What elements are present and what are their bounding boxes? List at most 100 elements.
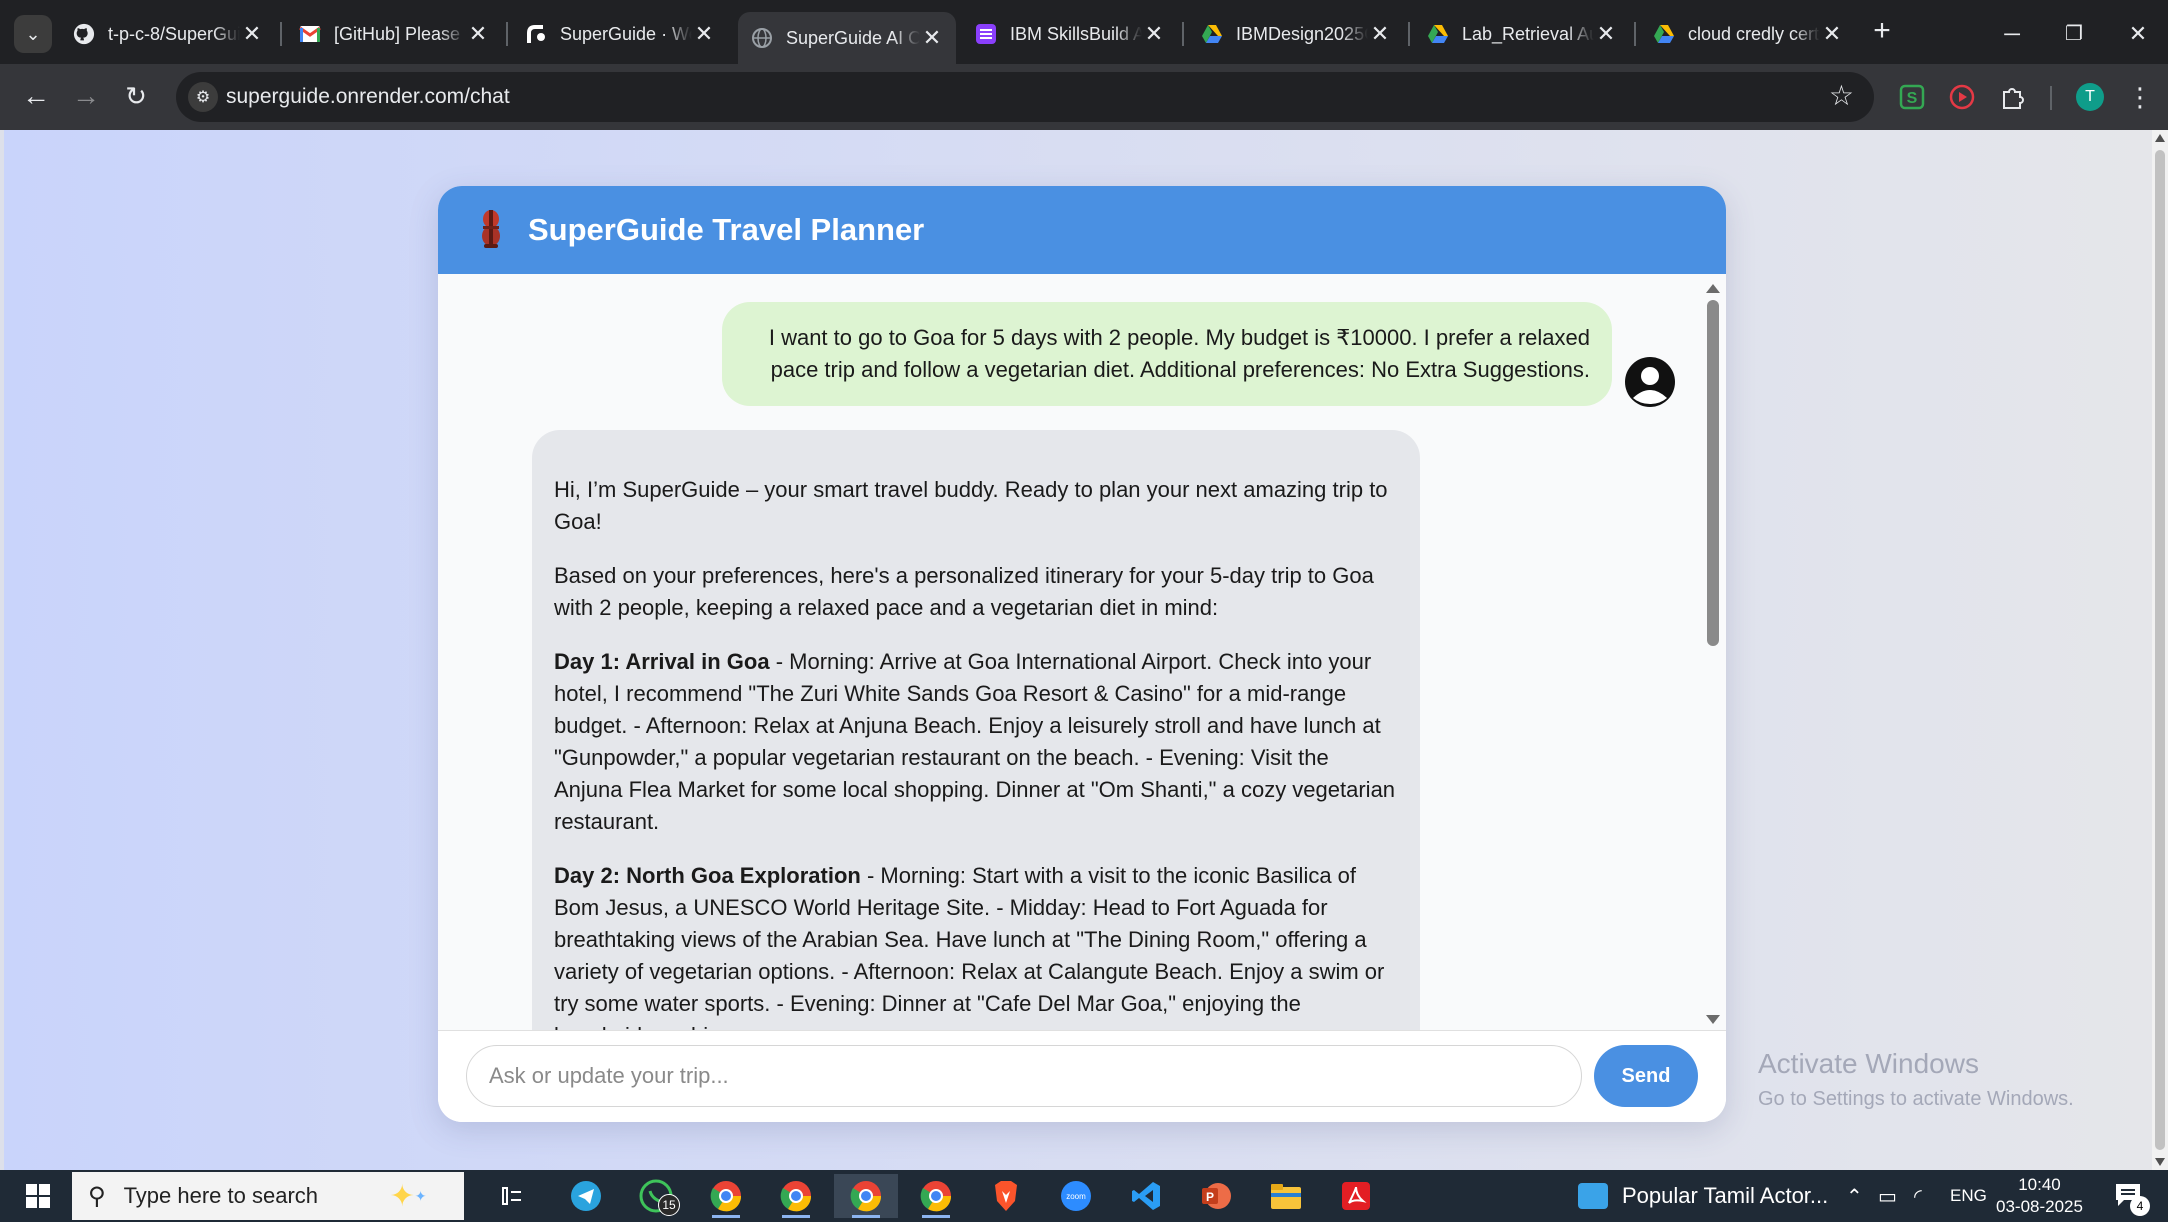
watermark-title: Activate Windows xyxy=(1758,1048,1979,1079)
day-heading: Day 2: North Goa Exploration xyxy=(554,863,861,888)
tab-search-button[interactable]: ⌄ xyxy=(14,15,52,53)
tab-close-icon[interactable]: ✕ xyxy=(1594,21,1618,47)
address-bar[interactable]: ⚙ superguide.onrender.com/chat ☆ xyxy=(176,72,1874,122)
tab-close-icon[interactable]: ✕ xyxy=(1820,21,1844,47)
browser-tab[interactable]: IBM SkillsBuild Applied ✕ xyxy=(962,12,1178,56)
bot-intro-text: Hi, I’m SuperGuide – your smart travel b… xyxy=(554,477,1388,534)
restore-window-button[interactable]: ❐ xyxy=(2054,14,2094,54)
minimize-window-button[interactable]: ─ xyxy=(1992,14,2032,54)
itinerary-day: Day 2: North Goa Exploration - Morning: … xyxy=(554,860,1400,1030)
travel-logo-icon xyxy=(482,210,500,248)
svg-text:P: P xyxy=(1206,1190,1214,1204)
whatsapp-icon[interactable]: 15 xyxy=(624,1174,688,1218)
tab-label: Lab_Retrieval Augmented xyxy=(1462,23,1594,44)
tab-close-icon[interactable]: ✕ xyxy=(1368,21,1392,47)
running-indicator xyxy=(712,1215,740,1218)
task-view-icon[interactable] xyxy=(480,1174,544,1218)
running-indicator xyxy=(922,1215,950,1218)
chrome-profile-icon[interactable] xyxy=(694,1174,758,1218)
new-tab-button[interactable]: + xyxy=(1864,14,1900,50)
chrome-active-icon[interactable] xyxy=(834,1174,898,1218)
more-menu-icon[interactable]: ⋮ xyxy=(2122,79,2158,115)
whatsapp-badge: 15 xyxy=(658,1194,680,1216)
close-window-button[interactable]: ✕ xyxy=(2118,14,2158,54)
send-button[interactable]: Send xyxy=(1594,1045,1698,1107)
browser-tab[interactable]: cloud credly certificate ✕ xyxy=(1640,12,1856,56)
brave-icon[interactable] xyxy=(974,1174,1038,1218)
day-details: - Morning: Start with a visit to the ico… xyxy=(554,863,1385,1030)
show-hidden-icons-chevron-icon[interactable]: ⌃ xyxy=(1846,1184,1863,1209)
telegram-icon[interactable] xyxy=(554,1174,618,1218)
user-message-bubble: I want to go to Goa for 5 days with 2 pe… xyxy=(722,302,1612,406)
extensions-puzzle-icon[interactable] xyxy=(1994,79,2030,115)
acrobat-icon[interactable] xyxy=(1324,1174,1388,1218)
scroll-up-arrow-icon[interactable] xyxy=(1706,284,1720,293)
tab-close-icon[interactable]: ✕ xyxy=(240,21,264,47)
search-icon: ⚲ xyxy=(88,1182,106,1210)
vscode-icon[interactable] xyxy=(1114,1174,1178,1218)
copilot-sparkle-icon[interactable]: ✦ ✦ xyxy=(376,1174,440,1218)
tab-close-icon[interactable]: ✕ xyxy=(466,21,490,47)
notification-count: 4 xyxy=(2130,1196,2150,1216)
chrome-profile-icon[interactable] xyxy=(764,1174,828,1218)
bookmark-star-icon[interactable]: ☆ xyxy=(1829,79,1854,112)
site-info-icon[interactable]: ⚙ xyxy=(188,82,218,112)
scroll-down-arrow-icon[interactable] xyxy=(2155,1158,2165,1166)
chat-messages-area[interactable]: I want to go to Goa for 5 days with 2 pe… xyxy=(438,274,1726,1030)
browser-tab[interactable]: Lab_Retrieval Augmented ✕ xyxy=(1414,12,1630,56)
gmail-icon xyxy=(298,22,322,46)
browser-tab[interactable]: [GitHub] Please verify ✕ xyxy=(286,12,502,56)
page-scrollbar[interactable] xyxy=(2152,130,2168,1170)
tab-close-icon[interactable]: ✕ xyxy=(692,21,716,47)
superpower-extension-icon[interactable]: S xyxy=(1894,79,1930,115)
running-indicator xyxy=(852,1215,880,1218)
windows-start-icon[interactable] xyxy=(18,1180,58,1212)
chevron-down-icon: ⌄ xyxy=(25,23,41,44)
language-indicator[interactable]: ENG xyxy=(1950,1186,1987,1206)
system-clock[interactable]: 10:40 03-08-2025 xyxy=(1996,1174,2083,1218)
wifi-icon[interactable]: ◜ xyxy=(1914,1184,1922,1209)
scroll-up-arrow-icon[interactable] xyxy=(2155,134,2165,142)
scroll-down-arrow-icon[interactable] xyxy=(1706,1015,1720,1024)
browser-tab-strip: ⌄ t-p-c-8/SuperGuide ✕ [GitHub] Please v… xyxy=(0,0,2168,64)
running-indicator xyxy=(782,1215,810,1218)
chat-input[interactable] xyxy=(466,1045,1582,1107)
zoom-icon[interactable]: zoom xyxy=(1044,1174,1108,1218)
browser-tab[interactable]: SuperGuide · Web Service ✕ xyxy=(512,12,728,56)
drive-icon xyxy=(1426,22,1450,46)
clock-date: 03-08-2025 xyxy=(1996,1197,2083,1216)
windows-taskbar: ⚲ Type here to search ✦ ✦ 15 zoom P Popul… xyxy=(0,1170,2168,1222)
forward-arrow-icon[interactable]: → xyxy=(66,76,106,116)
bot-message-bubble: Hi, I’m SuperGuide – your smart travel b… xyxy=(532,430,1420,1030)
globe-icon xyxy=(750,26,774,50)
chrome-profile-icon[interactable] xyxy=(904,1174,968,1218)
svg-text:zoom: zoom xyxy=(1066,1192,1086,1201)
tab-close-icon[interactable]: ✕ xyxy=(920,25,944,51)
scrollbar-thumb[interactable] xyxy=(1707,300,1719,646)
itinerary-day: Day 1: Arrival in Goa - Morning: Arrive … xyxy=(554,646,1400,838)
tab-label: cloud credly certificate xyxy=(1688,23,1820,44)
activate-windows-watermark: Activate Windows Go to Settings to activ… xyxy=(1758,1048,2074,1111)
chat-scrollbar[interactable] xyxy=(1706,280,1720,1024)
powerpoint-icon[interactable]: P xyxy=(1184,1174,1248,1218)
browser-tab-active[interactable]: SuperGuide AI Chat ✕ xyxy=(738,12,956,64)
notification-center-icon[interactable]: 4 xyxy=(2114,1182,2150,1216)
tab-close-icon[interactable]: ✕ xyxy=(1142,21,1166,47)
render-icon xyxy=(524,22,548,46)
browser-tab[interactable]: t-p-c-8/SuperGuide ✕ xyxy=(60,12,276,56)
app-header: SuperGuide Travel Planner xyxy=(438,186,1726,274)
record-extension-icon[interactable] xyxy=(1944,79,1980,115)
tab-label: SuperGuide AI Chat xyxy=(786,27,920,48)
reload-icon[interactable]: ↻ xyxy=(116,76,156,116)
browser-tab[interactable]: IBMDesign2025Ch ✕ xyxy=(1188,12,1404,56)
news-icon xyxy=(1578,1183,1608,1209)
battery-icon[interactable]: ▭ xyxy=(1878,1184,1897,1209)
news-widget[interactable]: Popular Tamil Actor... xyxy=(1578,1176,1828,1216)
profile-avatar[interactable]: T xyxy=(2072,79,2108,115)
app-title: SuperGuide Travel Planner xyxy=(528,212,925,247)
file-explorer-icon[interactable] xyxy=(1254,1174,1318,1218)
page-scrollbar-thumb[interactable] xyxy=(2155,150,2165,1150)
url-text[interactable]: superguide.onrender.com/chat xyxy=(226,85,510,109)
user-avatar-icon xyxy=(1625,357,1675,407)
back-arrow-icon[interactable]: ← xyxy=(16,76,56,116)
